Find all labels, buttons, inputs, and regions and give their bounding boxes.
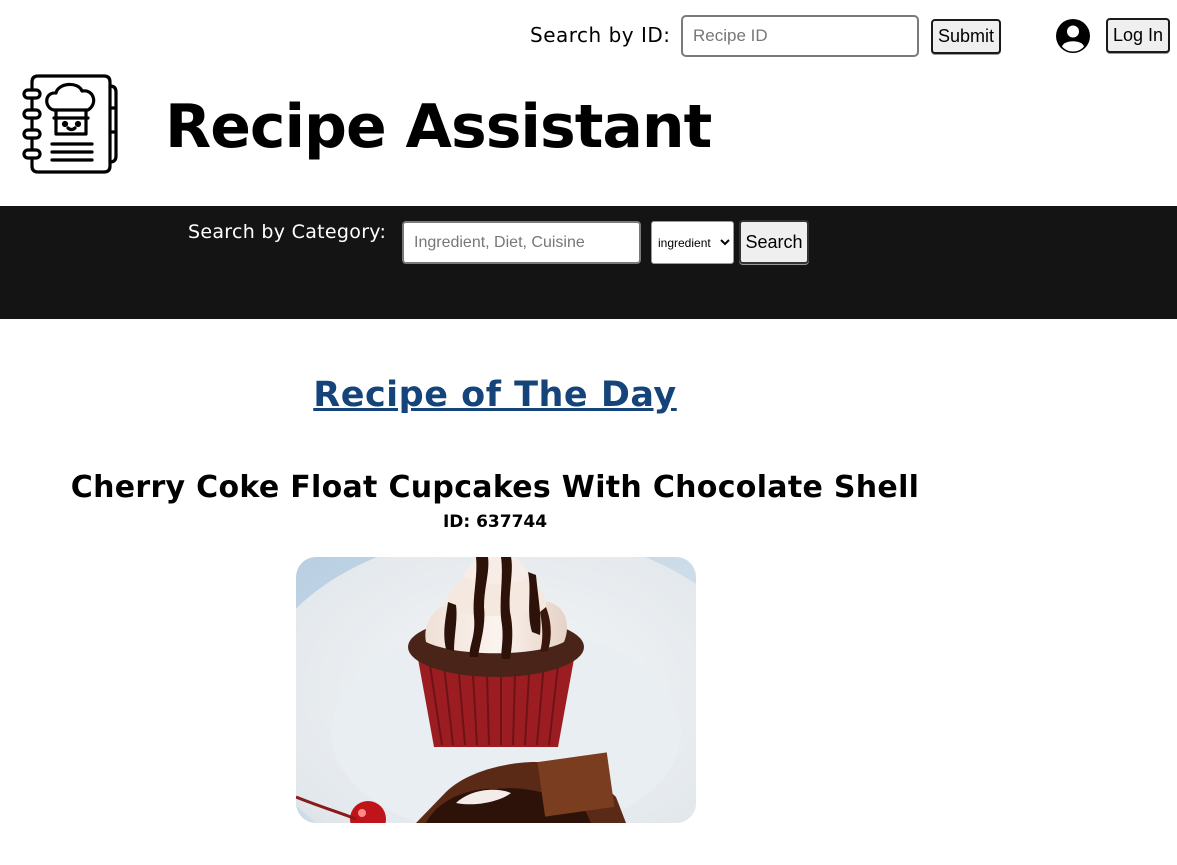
recipe-of-the-day-heading[interactable]: Recipe of The Day (0, 375, 990, 415)
recipe-id: ID: 637744 (442, 512, 548, 532)
category-type-select[interactable]: ingredient (651, 221, 734, 264)
submit-button[interactable]: Submit (931, 19, 1001, 54)
cupcake-photo (296, 557, 696, 823)
chef-cookbook-icon (22, 74, 118, 174)
user-circle-icon[interactable] (1055, 18, 1091, 54)
category-search-input[interactable] (402, 221, 641, 264)
recipe-image[interactable] (296, 557, 696, 823)
site-title: Recipe Assistant (165, 92, 712, 162)
login-button[interactable]: Log In (1106, 18, 1170, 53)
recipe-id-input[interactable] (681, 15, 919, 57)
category-search-bar: Search by Category: ingredient Search (0, 206, 1177, 319)
search-button[interactable]: Search (739, 220, 809, 264)
search-by-id-label: Search by ID: (530, 23, 671, 47)
recipe-name: Cherry Coke Float Cupcakes With Chocolat… (70, 470, 920, 505)
search-by-category-label: Search by Category: (188, 221, 387, 243)
top-bar: Search by ID: Submit Log In (0, 0, 1177, 70)
